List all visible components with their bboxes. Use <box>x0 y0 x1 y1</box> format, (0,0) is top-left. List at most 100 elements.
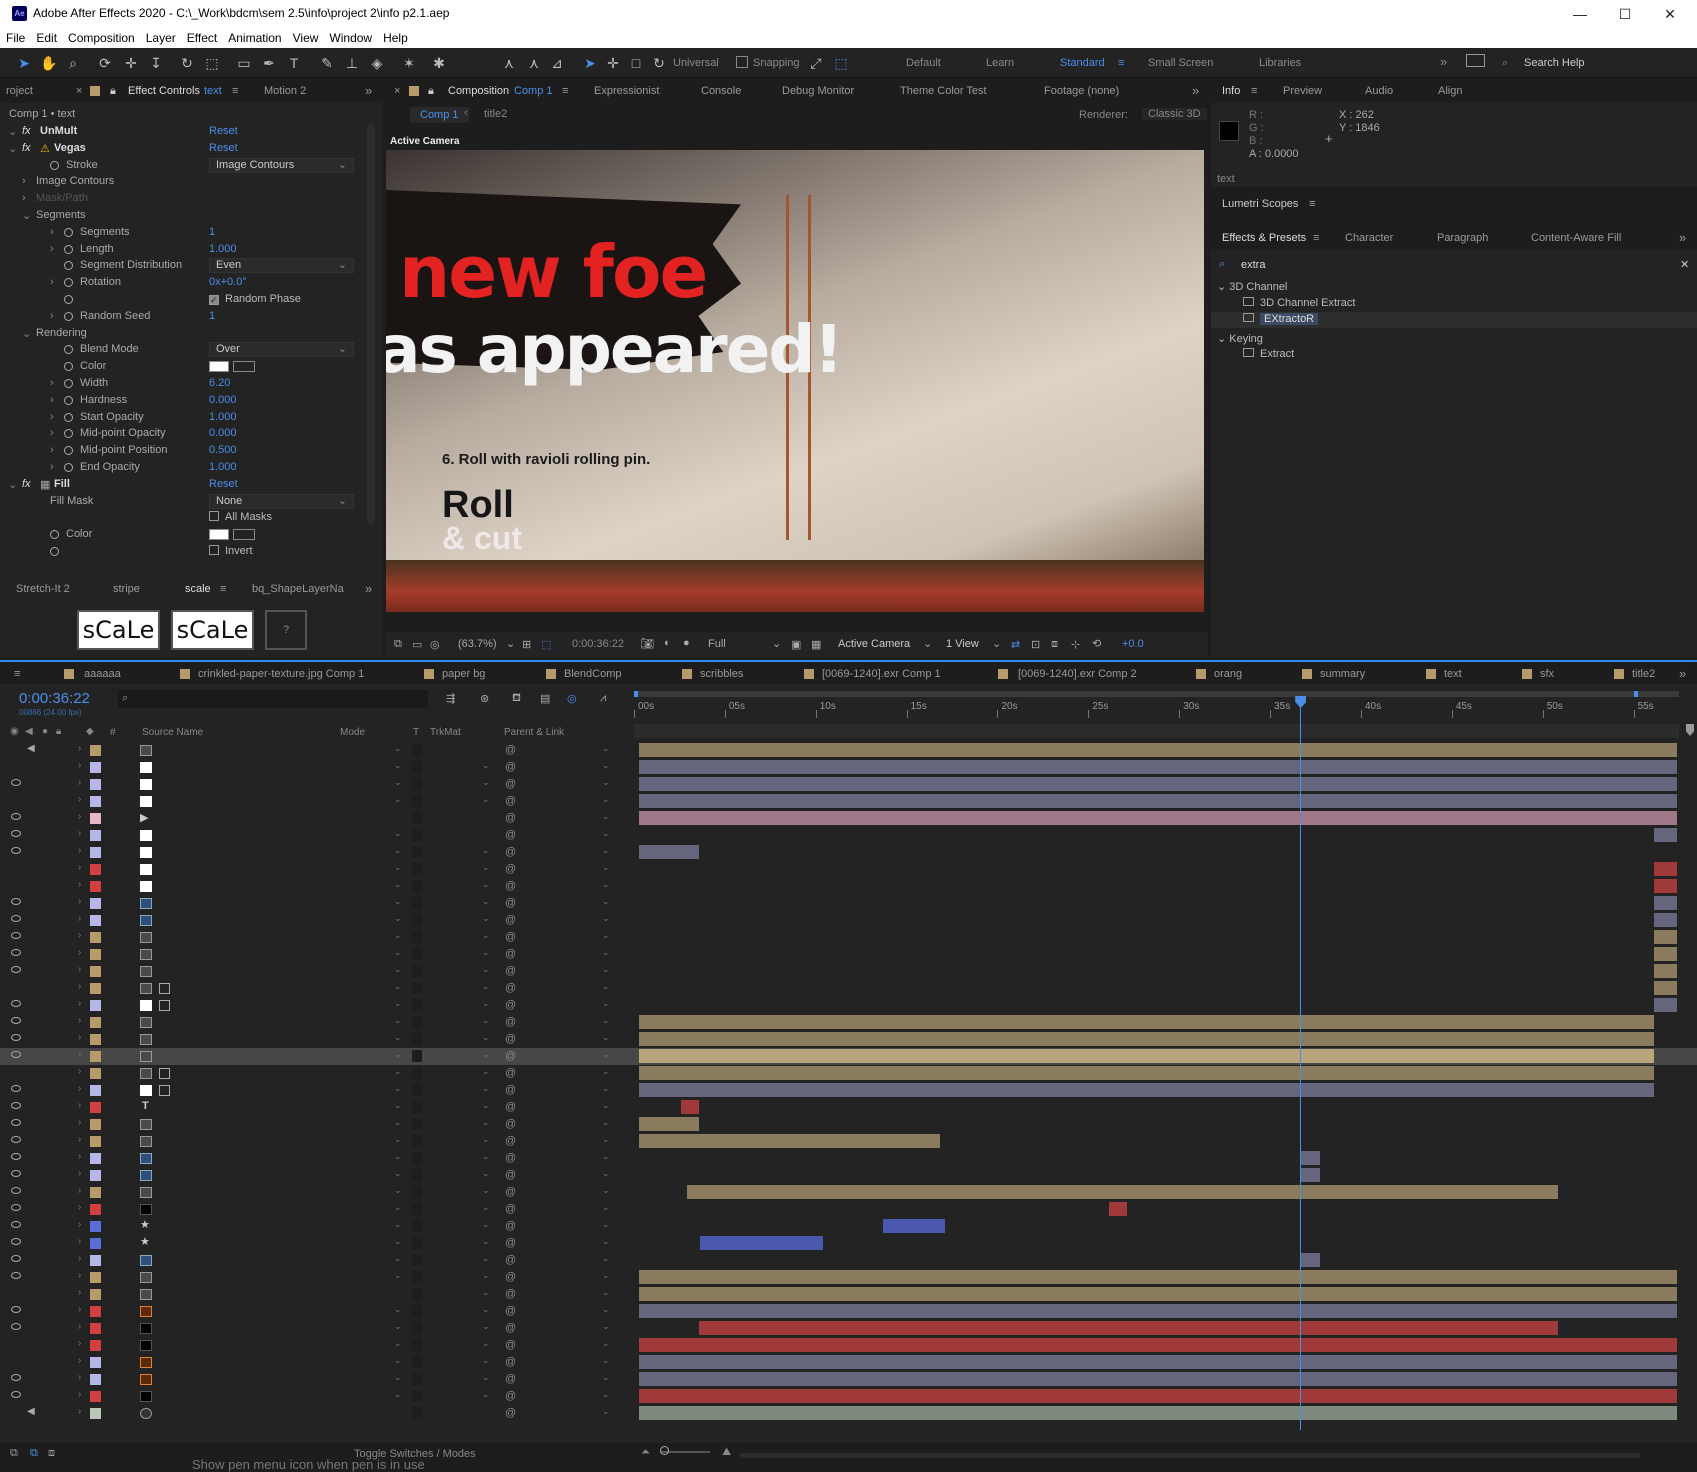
parent-select[interactable]: ⌄ <box>522 896 610 911</box>
camera-select[interactable]: Active Camera <box>838 638 910 650</box>
checkbox[interactable]: ✓ <box>209 295 219 305</box>
timeline-h-scrollbar[interactable] <box>740 1453 1640 1458</box>
layer-expand-icon[interactable]: › <box>78 1389 81 1400</box>
blend-mode-select[interactable]: ⌄ <box>340 1270 402 1285</box>
layer-duration-bar[interactable] <box>1654 913 1677 927</box>
tab-paragraph[interactable]: Paragraph <box>1437 232 1488 244</box>
blend-mode-select[interactable]: ⌄ <box>340 1253 402 1268</box>
comp-overflow-icon[interactable]: » <box>1192 83 1199 98</box>
rotate-gizmo-icon[interactable]: ↻ <box>650 54 668 72</box>
blend-mode-select[interactable]: ⌄ <box>340 1321 402 1336</box>
layer-expand-icon[interactable]: › <box>78 1066 81 1077</box>
eyedropper-icon[interactable] <box>233 361 255 373</box>
blend-mode-select[interactable]: ⌄ <box>340 913 402 928</box>
preserve-transparency-toggle[interactable] <box>412 1033 422 1045</box>
preserve-transparency-toggle[interactable] <box>412 931 422 943</box>
layer-row[interactable]: › ⌄ ⌄ @ ⌄ <box>0 1150 1697 1167</box>
render-time-icon[interactable]: ⧉ <box>10 1447 18 1460</box>
ec-dropdown[interactable]: Image Contours ⌄ <box>209 157 354 173</box>
preserve-transparency-toggle[interactable] <box>412 1271 422 1283</box>
track-matte-select[interactable]: ⌄ <box>428 1372 490 1387</box>
layer-expand-icon[interactable]: › <box>78 1083 81 1094</box>
track-matte-select[interactable]: ⌄ <box>428 777 490 792</box>
preserve-transparency-toggle[interactable] <box>412 1169 422 1181</box>
layer-label-color[interactable] <box>90 1238 101 1249</box>
track-matte-select[interactable]: ⌄ <box>428 1151 490 1166</box>
motion-blur-icon[interactable]: ◎ <box>567 692 577 705</box>
layer-label-color[interactable] <box>90 796 101 807</box>
preserve-transparency-toggle[interactable] <box>412 846 422 858</box>
stopwatch-icon[interactable] <box>64 412 73 422</box>
scale-gizmo-icon[interactable]: □ <box>627 54 645 72</box>
tab-audio[interactable]: Audio <box>1365 85 1393 97</box>
frame-blending-icon[interactable]: ▤ <box>540 692 550 705</box>
layer-row[interactable]: › ⌄ ⌄ @ ⌄ <box>0 1388 1697 1405</box>
layer-expand-icon[interactable]: › <box>78 1321 81 1332</box>
layer-row[interactable]: › ⌄ ⌄ @ ⌄ <box>0 861 1697 878</box>
preserve-transparency-toggle[interactable] <box>412 1186 422 1198</box>
checkbox[interactable] <box>209 545 219 555</box>
ec-value[interactable]: 1.000 <box>209 461 237 473</box>
layer-label-color[interactable] <box>90 1153 101 1164</box>
layer-duration-bar[interactable] <box>1300 1168 1320 1182</box>
vr-icon[interactable]: ◎ <box>430 638 440 651</box>
menu-layer[interactable]: Layer <box>140 28 181 45</box>
anchor-point-icon[interactable] <box>794 380 804 390</box>
tab-project[interactable]: roject <box>6 85 33 97</box>
parent-select[interactable]: ⌄ <box>522 777 610 792</box>
blend-mode-select[interactable]: ⌄ <box>340 1151 402 1166</box>
preserve-transparency-toggle[interactable] <box>412 744 422 756</box>
preserve-transparency-toggle[interactable] <box>412 1067 422 1079</box>
stopwatch-icon[interactable] <box>64 295 73 304</box>
reset-link[interactable]: Reset <box>209 142 238 154</box>
monitor-icon[interactable]: ▭ <box>412 638 422 651</box>
parent-select[interactable]: ⌄ <box>522 811 610 826</box>
tab-crinkled-paper[interactable]: crinkled-paper-texture.jpg Comp 1 <box>198 668 364 680</box>
preserve-transparency-toggle[interactable] <box>412 1101 422 1113</box>
twirl-closed-icon[interactable]: › <box>50 427 54 439</box>
effects-search-input[interactable]: extra <box>1241 259 1265 271</box>
track-matte-select[interactable]: ⌄ <box>428 1066 490 1081</box>
snap-grid-icon[interactable]: ⬚ <box>832 54 850 72</box>
layer-row[interactable]: › ★ ⌄ ⌄ @ ⌄ <box>0 1218 1697 1235</box>
pick-whip-icon[interactable]: @ <box>505 1305 516 1317</box>
layer-expand-icon[interactable]: › <box>78 930 81 941</box>
twirl-closed-icon[interactable]: › <box>50 461 54 473</box>
preserve-transparency-toggle[interactable] <box>412 1339 422 1351</box>
pan-camera-icon[interactable]: ✛ <box>122 54 140 72</box>
camera-dropdown-icon[interactable]: ⌄ <box>923 637 932 650</box>
pen-tool-icon[interactable]: ✒ <box>260 54 278 72</box>
pick-whip-icon[interactable]: @ <box>505 1254 516 1266</box>
stopwatch-icon[interactable] <box>50 160 59 170</box>
resolution-select[interactable]: Full <box>708 638 726 650</box>
layer-expand-icon[interactable]: › <box>78 1253 81 1264</box>
blend-mode-select[interactable]: ⌄ <box>340 1304 402 1319</box>
snapshot-icon[interactable]: 📷︎ <box>640 637 654 650</box>
rotate-tool-icon[interactable]: ↻ <box>178 54 196 72</box>
preserve-transparency-toggle[interactable] <box>412 812 422 824</box>
preserve-transparency-toggle[interactable] <box>412 1254 422 1266</box>
menu-window[interactable]: Window <box>323 28 377 45</box>
track-matte-select[interactable]: ⌄ <box>428 1083 490 1098</box>
layer-label-color[interactable] <box>90 1408 101 1419</box>
ec-checkbox[interactable]: All Masks <box>209 511 272 523</box>
layer-duration-bar[interactable] <box>680 1100 700 1114</box>
layer-row[interactable]: › ⌄ ⌄ @ ⌄ <box>0 1320 1697 1337</box>
layer-label-color[interactable] <box>90 1255 101 1266</box>
visibility-eye-icon[interactable] <box>11 1051 21 1058</box>
twirl-closed-icon[interactable]: › <box>50 310 54 322</box>
layer-row[interactable]: › ⌄ ⌄ @ ⌄ <box>0 1133 1697 1150</box>
stopwatch-icon[interactable] <box>64 463 73 472</box>
visibility-eye-icon[interactable] <box>11 949 21 956</box>
puppet-tool-icon[interactable]: ✱ <box>430 54 448 72</box>
tab-summary[interactable]: summary <box>1320 668 1365 680</box>
tab-console[interactable]: Console <box>701 85 741 97</box>
track-matte-select[interactable]: ⌄ <box>428 794 490 809</box>
pick-whip-icon[interactable]: @ <box>505 1152 516 1164</box>
type-tool-icon[interactable]: T <box>285 54 303 72</box>
reset-link[interactable]: Reset <box>209 125 238 137</box>
ec-dropdown[interactable]: None ⌄ <box>209 493 354 509</box>
layer-duration-bar[interactable] <box>639 1355 1677 1369</box>
move-gizmo-icon[interactable]: ✛ <box>604 54 622 72</box>
rectangle-tool-icon[interactable]: ▭ <box>235 54 253 72</box>
